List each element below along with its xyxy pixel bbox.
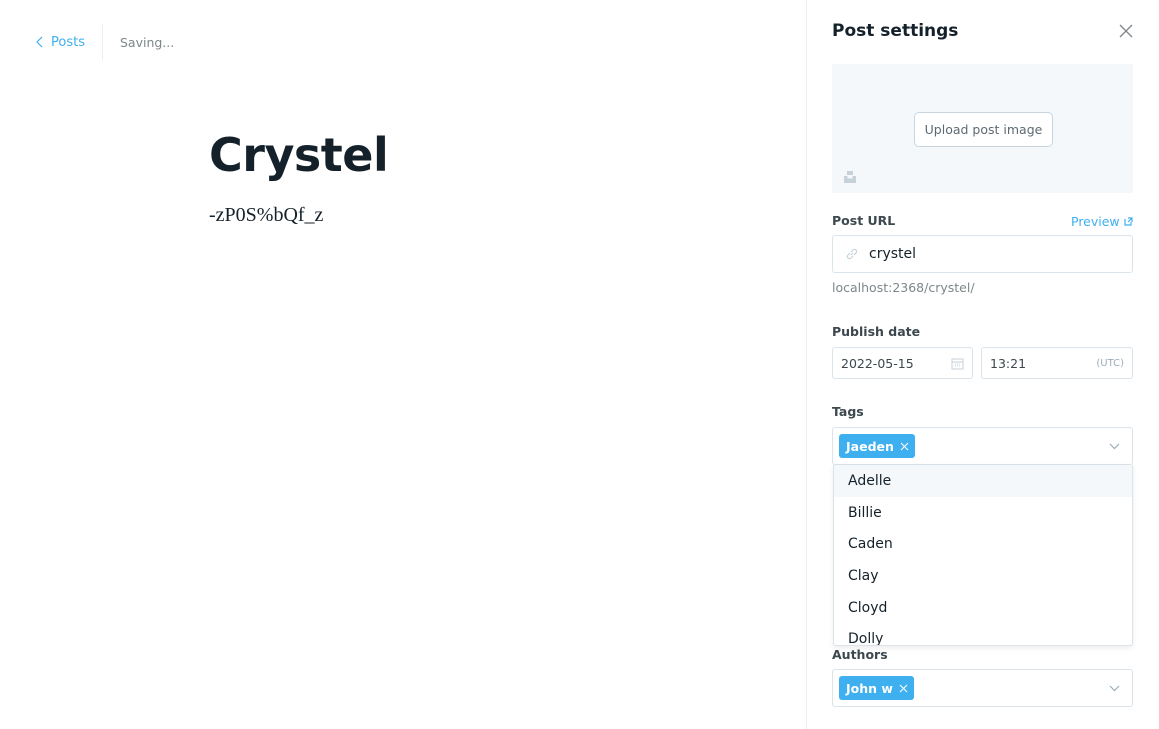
chevron-down-icon[interactable]: [1109, 683, 1120, 694]
preview-label: Preview: [1071, 214, 1120, 229]
tag-option[interactable]: Billie: [834, 497, 1132, 529]
editor-area: Posts Saving... Crystel -zP0S%bQf_z: [0, 0, 806, 729]
tags-input[interactable]: Jaeden: [832, 427, 1133, 465]
tag-option[interactable]: Clay: [834, 560, 1132, 592]
post-url-full: localhost:2368/crystel/: [832, 280, 975, 295]
post-title[interactable]: Crystel: [209, 128, 389, 182]
back-link-label: Posts: [51, 34, 85, 50]
post-body[interactable]: -zP0S%bQf_z: [209, 204, 323, 227]
post-url-input[interactable]: crystel: [832, 235, 1133, 273]
post-image-area: Upload post image: [832, 64, 1133, 193]
tags-dropdown: Adelle Billie Caden Clay Cloyd Dolly: [833, 465, 1133, 646]
post-settings-panel: Post settings Upload post image Post URL…: [806, 0, 1159, 729]
tag-token[interactable]: Jaeden: [839, 434, 915, 458]
editor-nav: Posts Saving...: [35, 24, 174, 60]
publish-date-value: 2022-05-15: [841, 355, 914, 371]
author-token[interactable]: John w: [839, 676, 914, 700]
timezone-label: (UTC): [1096, 357, 1124, 369]
remove-author-icon[interactable]: [899, 684, 908, 693]
link-icon: [846, 248, 858, 260]
panel-title: Post settings: [832, 21, 959, 41]
tag-option[interactable]: Dolly: [834, 623, 1132, 645]
publish-time-value: 13:21: [990, 355, 1027, 371]
author-token-label: John w: [846, 680, 893, 696]
external-link-icon: [1124, 217, 1133, 226]
tag-token-label: Jaeden: [846, 438, 894, 454]
publish-time-input[interactable]: 13:21 (UTC): [981, 347, 1133, 379]
preview-link[interactable]: Preview: [1071, 214, 1133, 229]
publish-date-input[interactable]: 2022-05-15: [832, 347, 973, 379]
tag-option[interactable]: Caden: [834, 528, 1132, 560]
save-status: Saving...: [119, 34, 175, 50]
calendar-icon[interactable]: [951, 357, 964, 370]
upload-post-image-button[interactable]: Upload post image: [914, 112, 1053, 147]
publish-date-label: Publish date: [832, 324, 921, 339]
unsplash-icon[interactable]: [843, 170, 857, 184]
authors-input[interactable]: John w: [832, 669, 1133, 707]
remove-tag-icon[interactable]: [900, 442, 909, 451]
tag-option[interactable]: Cloyd: [834, 592, 1132, 624]
post-url-value: crystel: [869, 246, 917, 262]
back-to-posts-link[interactable]: Posts: [35, 24, 103, 60]
tags-label: Tags: [832, 404, 864, 419]
chevron-down-icon[interactable]: [1109, 441, 1120, 452]
chevron-left-icon: [36, 36, 43, 48]
post-url-label: Post URL: [832, 213, 896, 228]
close-icon[interactable]: [1118, 23, 1134, 39]
tag-option[interactable]: Adelle: [834, 465, 1132, 497]
authors-label: Authors: [832, 647, 888, 662]
